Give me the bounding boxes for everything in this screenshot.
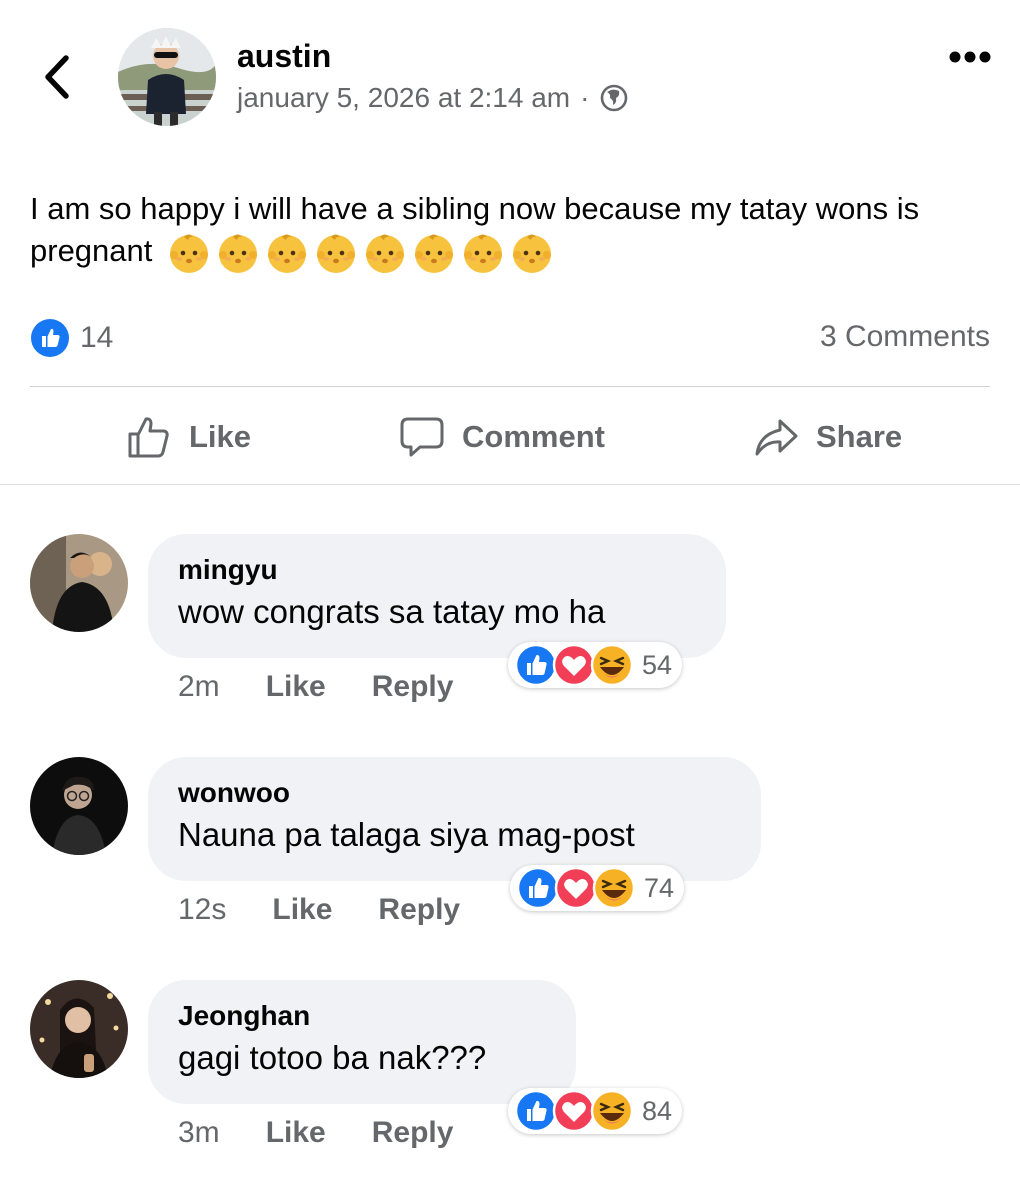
- reaction-icons: [516, 866, 636, 910]
- comments-count-link[interactable]: 3 Comments: [820, 320, 990, 354]
- commenter-avatar[interactable]: [30, 980, 128, 1078]
- comment-actions: 12s Like Reply: [178, 893, 460, 927]
- haha-reaction-icon: [590, 1089, 634, 1133]
- comment-bubble[interactable]: Jeonghan gagi totoo ba nak???: [148, 980, 576, 1104]
- more-options-button[interactable]: [948, 48, 992, 66]
- comment-item: wonwoo Nauna pa talaga siya mag-post 74 …: [0, 757, 1020, 937]
- post-text: I am so happy i will have a sibling now …: [30, 188, 980, 275]
- comment-text: wow congrats sa tatay mo ha: [178, 593, 606, 630]
- comment-button[interactable]: Comment: [398, 408, 605, 466]
- chevron-left-icon: [45, 55, 69, 99]
- comment-text: gagi totoo ba nak???: [178, 1039, 487, 1076]
- comment-bubble-icon: [400, 417, 444, 457]
- baby-emoji-icon: [317, 234, 356, 273]
- reaction-icons: [514, 1089, 634, 1133]
- comment-like-button[interactable]: Like: [266, 1116, 326, 1150]
- post-reactions[interactable]: 14: [30, 318, 113, 358]
- haha-reaction-icon: [590, 643, 634, 687]
- globe-icon: [601, 84, 628, 112]
- post-meta: january 5, 2026 at 2:14 am ·: [237, 82, 629, 114]
- author-avatar[interactable]: [118, 28, 216, 126]
- commenter-avatar[interactable]: [30, 757, 128, 855]
- post-timestamp[interactable]: january 5, 2026 at 2:14 am: [237, 82, 570, 114]
- baby-emoji-icon: [268, 234, 307, 273]
- comment-bubble[interactable]: wonwoo Nauna pa talaga siya mag-post: [148, 757, 761, 881]
- comment-reply-button[interactable]: Reply: [372, 670, 454, 704]
- divider: [0, 484, 1020, 485]
- reaction-icons: [514, 643, 634, 687]
- baby-emoji-icon: [513, 234, 552, 273]
- comment-reactions[interactable]: 74: [510, 865, 685, 911]
- meta-separator: ·: [580, 82, 590, 113]
- thumbs-up-icon: [128, 417, 169, 458]
- comment-time: 12s: [178, 893, 227, 926]
- comment-item: mingyu wow congrats sa tatay mo ha 54 2m…: [0, 534, 1020, 714]
- comment-bubble[interactable]: mingyu wow congrats sa tatay mo ha: [148, 534, 726, 658]
- comment-time: 3m: [178, 1116, 220, 1149]
- haha-reaction-icon: [592, 866, 636, 910]
- commenter-name[interactable]: Jeonghan: [178, 998, 546, 1034]
- comment-item: Jeonghan gagi totoo ba nak??? 84 3m Like…: [0, 980, 1020, 1160]
- comment-reactions[interactable]: 54: [508, 642, 683, 688]
- share-label: Share: [816, 419, 903, 454]
- commenter-avatar[interactable]: [30, 534, 128, 632]
- comment-like-button[interactable]: Like: [272, 893, 332, 927]
- comment-actions: 2m Like Reply: [178, 670, 453, 704]
- divider: [30, 386, 990, 387]
- reaction-count: 74: [644, 872, 675, 903]
- back-button[interactable]: [38, 52, 78, 102]
- like-label: Like: [189, 419, 252, 454]
- like-count: 14: [80, 321, 114, 354]
- comment-time: 2m: [178, 670, 220, 703]
- baby-emoji-icon: [366, 234, 405, 273]
- emoji-row: [167, 231, 554, 275]
- share-arrow-icon: [755, 419, 798, 456]
- like-button[interactable]: Like: [125, 408, 251, 466]
- like-reaction-icon: [31, 319, 69, 357]
- baby-emoji-icon: [415, 234, 454, 273]
- comment-like-button[interactable]: Like: [266, 670, 326, 704]
- author-name[interactable]: austin: [237, 38, 331, 75]
- baby-emoji-icon: [464, 234, 503, 273]
- more-dots-icon: [949, 51, 991, 63]
- comment-reactions[interactable]: 84: [508, 1088, 683, 1134]
- commenter-name[interactable]: wonwoo: [178, 775, 731, 811]
- share-button[interactable]: Share: [752, 408, 902, 466]
- comment-reply-button[interactable]: Reply: [372, 1116, 454, 1150]
- reaction-count: 54: [642, 649, 673, 680]
- comment-reply-button[interactable]: Reply: [378, 893, 460, 927]
- reaction-count: 84: [642, 1095, 673, 1126]
- comment-label: Comment: [462, 419, 605, 454]
- baby-emoji-icon: [219, 234, 258, 273]
- comment-text: Nauna pa talaga siya mag-post: [178, 816, 635, 853]
- baby-emoji-icon: [170, 234, 209, 273]
- comment-actions: 3m Like Reply: [178, 1116, 453, 1150]
- commenter-name[interactable]: mingyu: [178, 552, 696, 588]
